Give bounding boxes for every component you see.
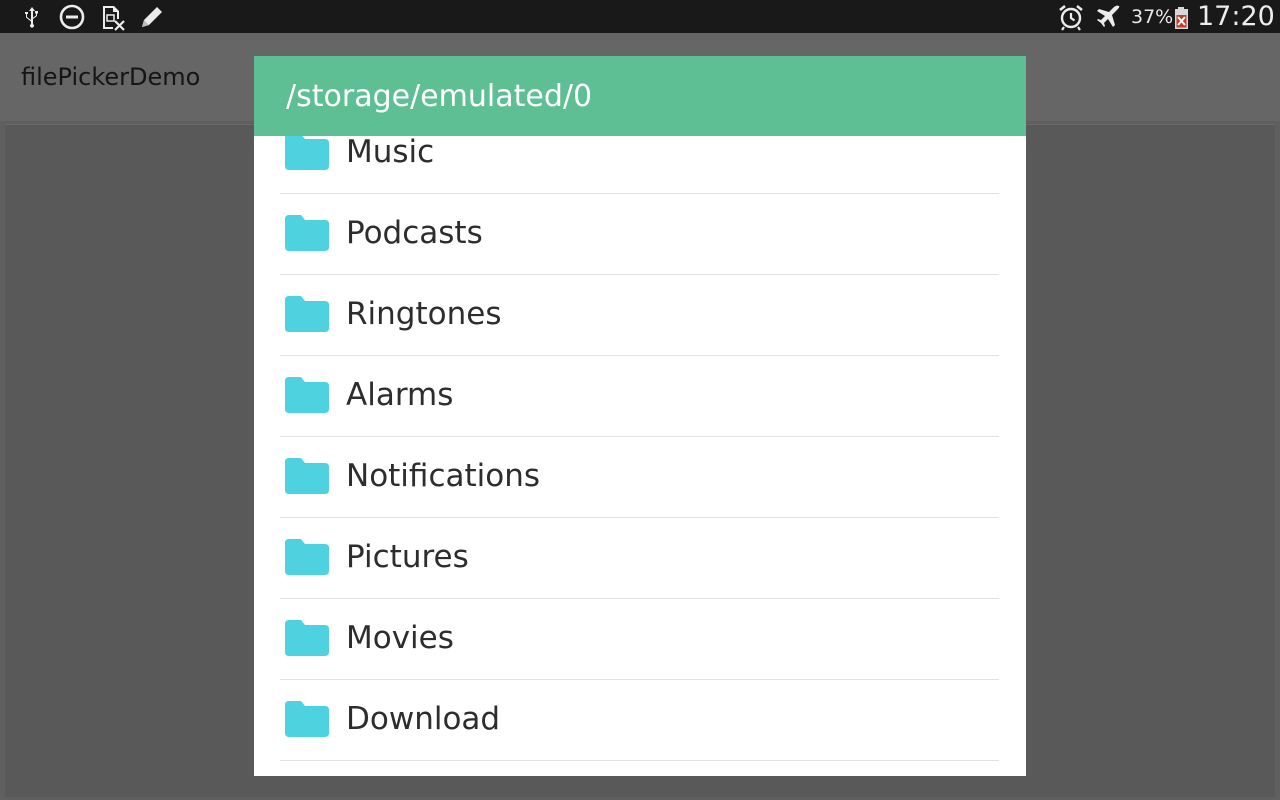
- file-list[interactable]: Music Podcasts Ringtones Alarms Notifica…: [254, 136, 1026, 776]
- folder-name: Movies: [346, 620, 454, 656]
- pen-icon: [138, 3, 166, 31]
- list-item-ringtones[interactable]: Ringtones: [280, 276, 999, 356]
- folder-icon: [285, 296, 329, 332]
- folder-name: Ringtones: [346, 296, 502, 332]
- list-item-podcasts[interactable]: Podcasts: [280, 195, 999, 275]
- folder-name: Download: [346, 701, 501, 737]
- folder-icon: [285, 458, 329, 494]
- battery-icon: [1172, 3, 1192, 31]
- folder-name: Notifications: [346, 458, 541, 494]
- airplane-mode-icon: [1094, 3, 1122, 31]
- list-item-movies[interactable]: Movies: [280, 600, 999, 680]
- clock: 17:20: [1197, 1, 1275, 32]
- folder-icon: [285, 701, 329, 737]
- folder-name: Music: [346, 136, 435, 170]
- folder-icon: [285, 377, 329, 413]
- app-title: filePickerDemo: [21, 63, 201, 91]
- folder-name: Podcasts: [346, 215, 483, 251]
- current-path-title: /storage/emulated/0: [286, 79, 593, 114]
- sim-missing-icon: [99, 3, 127, 31]
- folder-icon: [285, 136, 329, 170]
- list-item-alarms[interactable]: Alarms: [280, 357, 999, 437]
- dialog-header: /storage/emulated/0: [254, 56, 1026, 136]
- folder-icon: [285, 620, 329, 656]
- do-not-disturb-icon: [58, 3, 86, 31]
- list-item-pictures[interactable]: Pictures: [280, 519, 999, 599]
- alarm-icon: [1057, 3, 1085, 31]
- folder-name: Alarms: [346, 377, 454, 413]
- list-item-download[interactable]: Download: [280, 681, 999, 761]
- folder-icon: [285, 539, 329, 575]
- file-picker-dialog: /storage/emulated/0 Music Podcasts Ringt…: [254, 56, 1026, 776]
- usb-icon: [18, 3, 46, 31]
- screen: 37% 17:20 filePickerDemo /storage/emulat…: [0, 0, 1280, 800]
- status-bar: 37% 17:20: [0, 0, 1280, 33]
- list-item-music[interactable]: Music: [280, 136, 999, 194]
- battery-percent: 37%: [1131, 6, 1174, 28]
- folder-icon: [285, 215, 329, 251]
- folder-name: Pictures: [346, 539, 469, 575]
- list-item-notifications[interactable]: Notifications: [280, 438, 999, 518]
